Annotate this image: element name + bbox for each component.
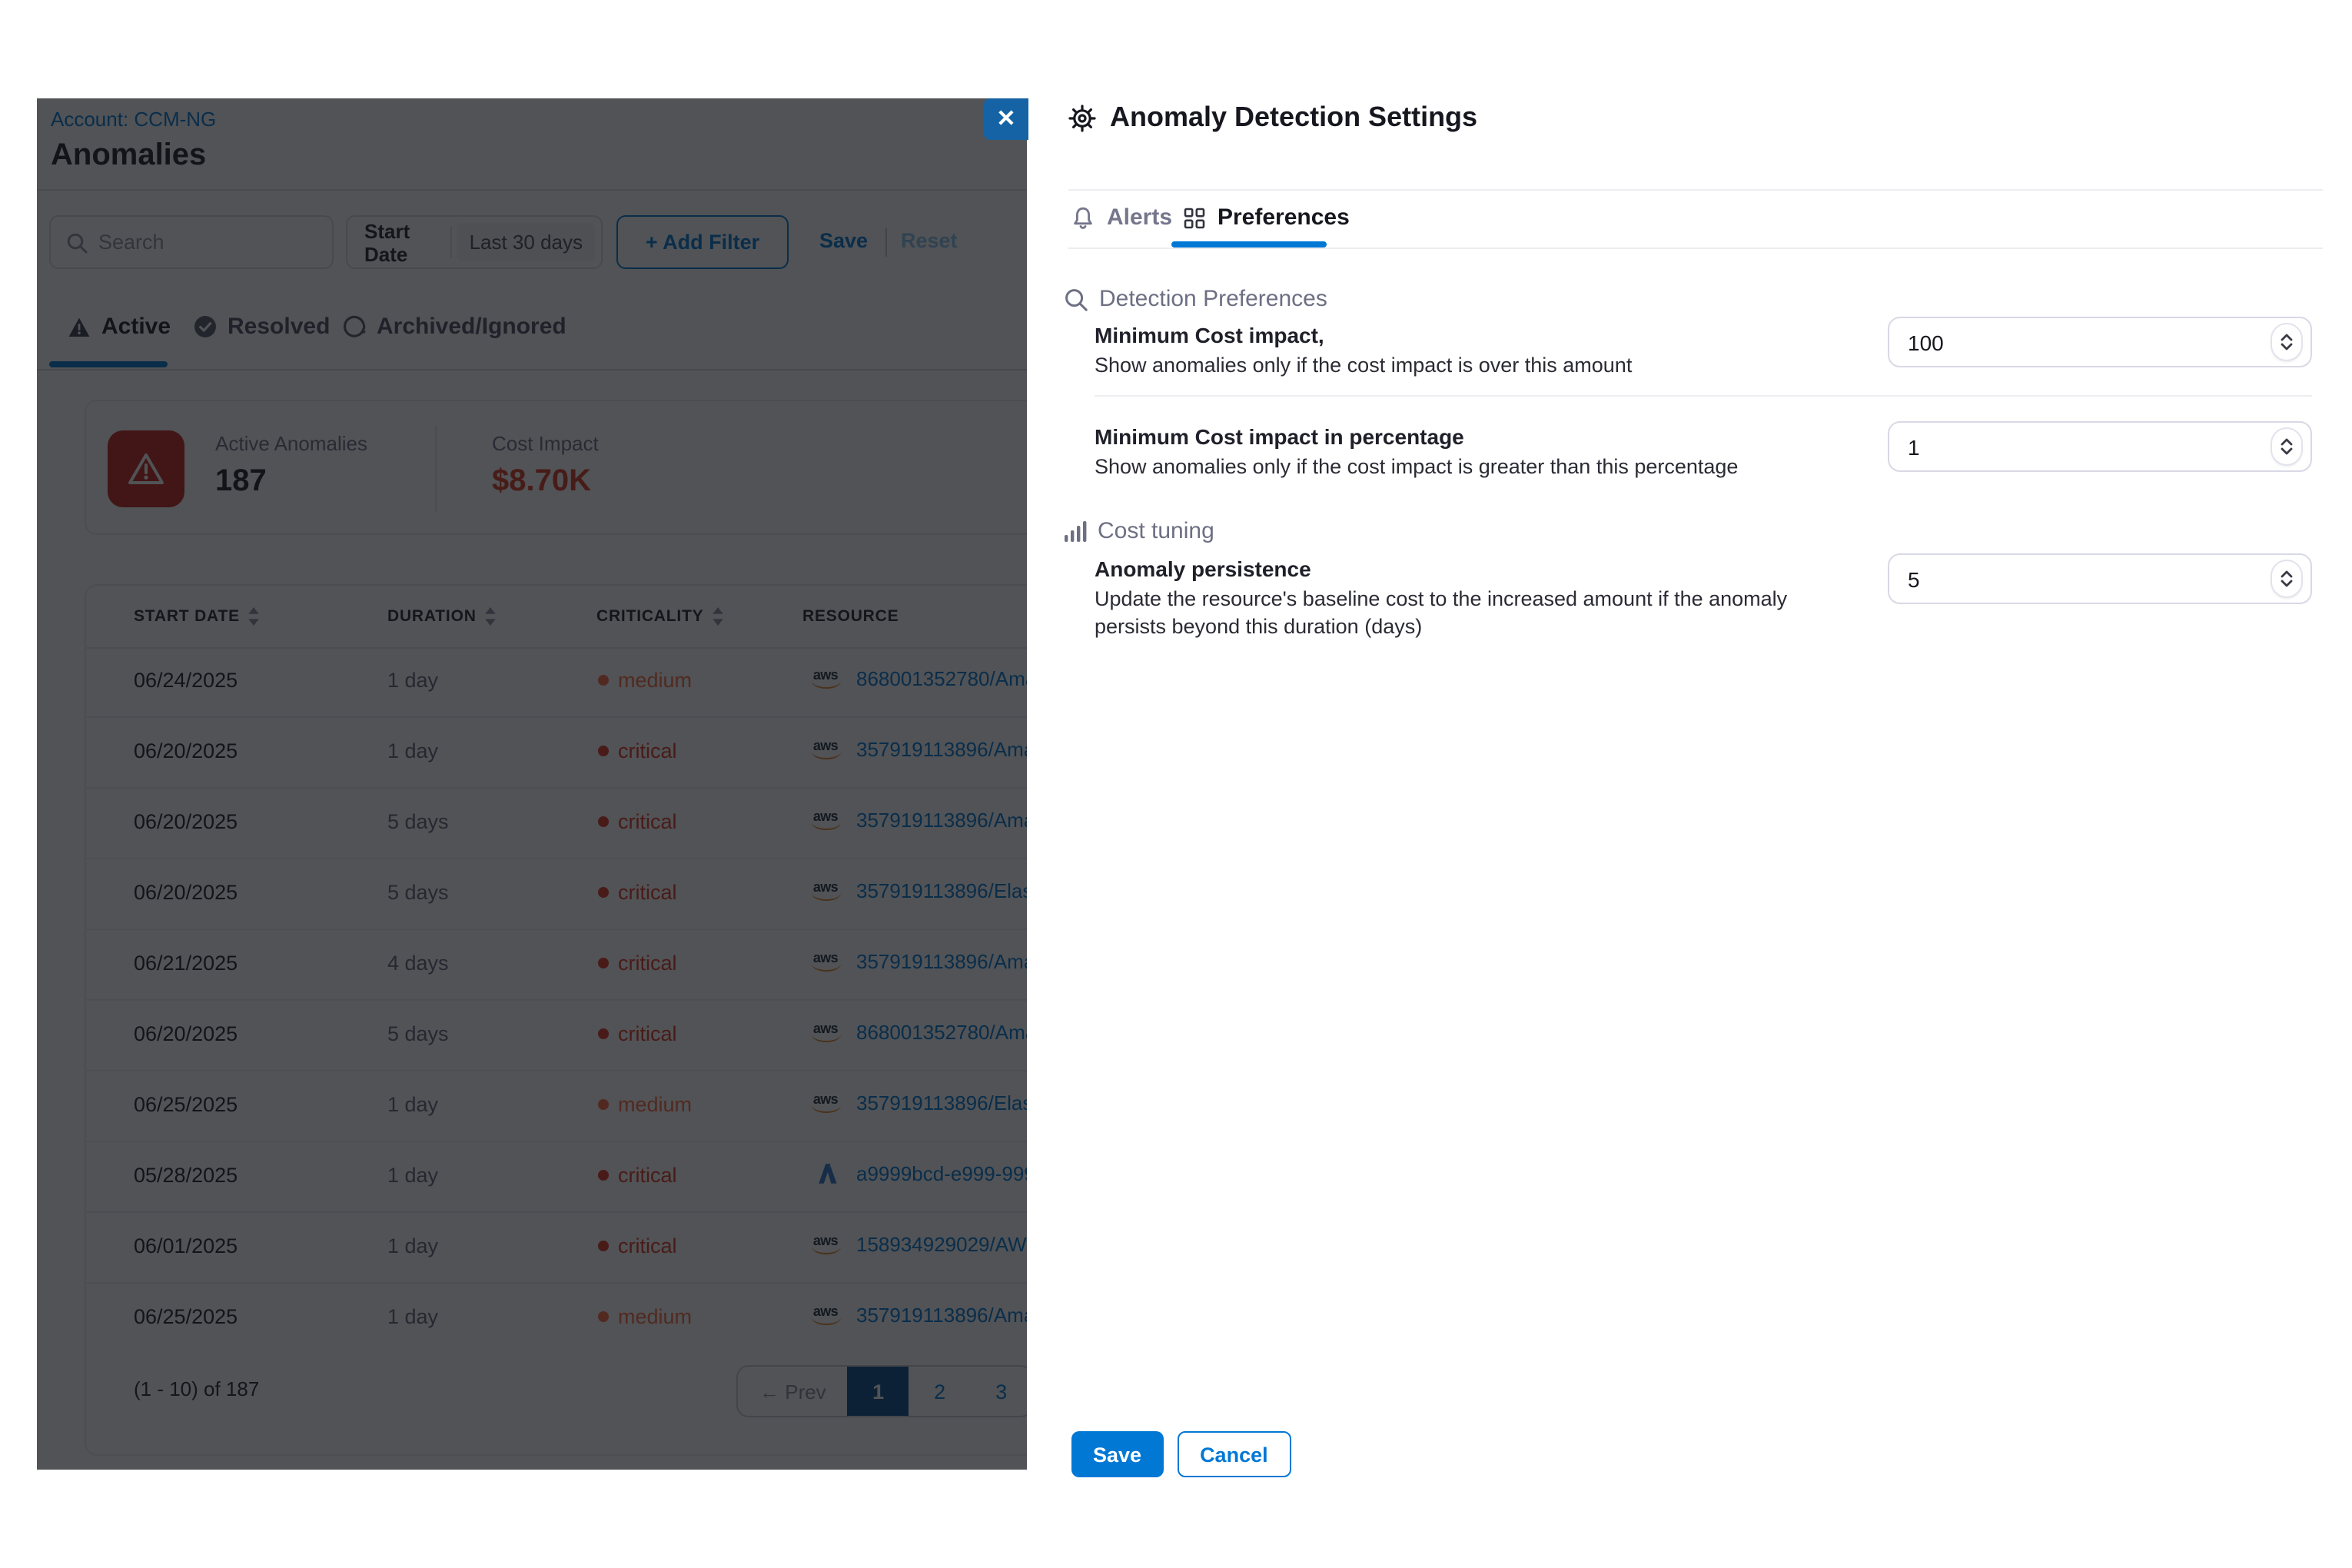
setting-description: Show anomalies only if the cost impact i…	[1095, 453, 1738, 481]
row-divider	[1095, 395, 2312, 397]
min-cost-impact-percentage-field[interactable]	[1888, 421, 2312, 472]
section-heading: Cost tuning	[1098, 518, 1214, 544]
number-stepper[interactable]	[2271, 560, 2303, 598]
tab-alerts-label: Alerts	[1107, 204, 1172, 231]
section-heading: Detection Preferences	[1099, 286, 1327, 312]
save-button[interactable]: Save	[1071, 1431, 1163, 1477]
number-stepper[interactable]	[2271, 323, 2303, 361]
anomaly-settings-drawer: Anomaly Detection Settings Alerts Prefer…	[1027, 0, 2352, 1568]
bar-chart-icon	[1064, 520, 1087, 543]
drawer-title: Anomaly Detection Settings	[1110, 101, 1477, 134]
modal-dim-overlay	[37, 98, 1028, 1470]
gear-icon	[1068, 104, 1096, 131]
number-stepper[interactable]	[2271, 427, 2303, 466]
setting-label-min-cost-impact: Minimum Cost impact,	[1095, 323, 1324, 347]
setting-description: Update the resource's baseline cost to t…	[1095, 586, 1848, 641]
section-detection-preferences: Detection Preferences	[1064, 286, 1327, 312]
min-cost-impact-field[interactable]	[1888, 317, 2312, 367]
min-cost-impact-input[interactable]	[1908, 330, 2271, 354]
section-cost-tuning: Cost tuning	[1064, 518, 1214, 544]
anomaly-persistence-field[interactable]	[1888, 553, 2312, 604]
anomaly-persistence-input[interactable]	[1908, 566, 2271, 591]
close-drawer-button[interactable]: ✕	[984, 98, 1028, 140]
tab-alerts[interactable]: Alerts	[1071, 204, 1172, 231]
setting-description: Show anomalies only if the cost impact i…	[1095, 352, 1632, 380]
min-cost-impact-percentage-input[interactable]	[1908, 434, 2271, 459]
settings-tabs-divider	[1068, 247, 2323, 249]
setting-label-anomaly-persistence: Anomaly persistence	[1095, 556, 1311, 581]
setting-label-min-cost-impact-percentage: Minimum Cost impact in percentage	[1095, 424, 1464, 449]
drawer-footer: Save Cancel	[1071, 1431, 1291, 1477]
settings-tabs: Alerts Preferences	[1027, 204, 2352, 247]
drawer-header: Anomaly Detection Settings	[1068, 101, 1477, 134]
close-icon: ✕	[996, 106, 1015, 132]
tab-preferences[interactable]: Preferences	[1184, 204, 1350, 231]
tab-preferences-label: Preferences	[1218, 204, 1350, 231]
app-screen: Account: CCM-NG Anomalies Start Date Las…	[0, 0, 2352, 1568]
drawer-header-divider	[1068, 189, 2323, 191]
anomalies-page: Account: CCM-NG Anomalies Start Date Las…	[37, 98, 1028, 1470]
bell-icon	[1071, 205, 1095, 230]
cancel-button[interactable]: Cancel	[1177, 1431, 1291, 1477]
magnifier-icon	[1064, 287, 1088, 311]
grid-icon	[1184, 207, 1205, 228]
active-tab-underline	[1171, 241, 1327, 247]
